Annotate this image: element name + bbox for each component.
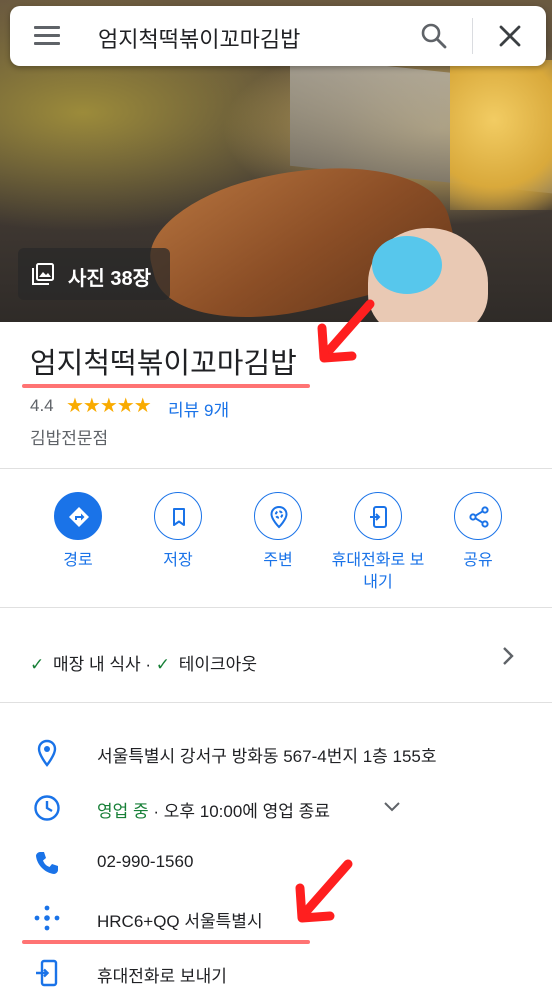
divider [0,607,552,608]
photos-button[interactable]: 사진 38장 [18,248,170,300]
save-button[interactable]: 저장 [123,492,233,572]
place-category: 김밥전문점 [30,429,109,448]
service-options[interactable]: ✓ 매장 내 식사 · ✓ 테이크아웃 [30,650,257,675]
photo-nail [372,236,442,294]
share-label: 공유 [463,552,493,569]
close-icon[interactable] [497,23,523,49]
menu-icon[interactable] [34,24,60,48]
photo-library-icon [32,263,54,285]
location-pin-icon [37,739,57,767]
chevron-right-icon[interactable] [498,644,518,668]
nearby-button[interactable]: 주변 [223,492,333,572]
search-icon[interactable] [420,22,448,50]
directions-label: 경로 [63,552,93,569]
photo-fries [450,60,552,210]
annotation-underline [22,384,310,388]
rating-value: 4.4 [30,396,54,415]
plus-code-row[interactable]: HRC6+QQ 서울특별시 [0,897,552,937]
address-row[interactable]: 서울특별시 강서구 방화동 567-4번지 1층 155호 [0,732,552,772]
phone-icon [36,852,58,874]
service-separator: · [145,655,152,674]
reviews-link[interactable]: 리뷰 9개 [168,396,229,421]
send-to-phone-label-line1: 휴대전화로 보 [331,552,425,569]
annotation-underline [22,940,310,944]
place-title: 엄지척떡볶이꼬마김밥 [30,348,297,380]
phone-text: 02-990-1560 [97,852,194,871]
search-input[interactable]: 엄지척떡볶이꼬마김밥 [98,22,300,54]
share-button[interactable]: 공유 [423,492,533,572]
check-icon: ✓ [30,655,45,674]
send-to-phone-row[interactable]: 휴대전화로 보내기 [0,952,552,992]
nearby-icon [270,505,288,529]
share-icon [469,506,489,528]
photos-count-label: 사진 38장 [68,268,152,290]
phone-row[interactable]: 02-990-1560 [0,842,552,882]
dine-in-label: 매장 내 식사 [52,655,141,674]
takeout-label: 테이크아웃 [178,655,257,674]
open-status: 영업 중 [97,802,149,821]
search-bar[interactable]: 엄지척떡볶이꼬마김밥 [10,6,546,66]
directions-icon [69,507,89,527]
rating-stars: ★★★★★ [66,395,152,417]
divider [0,702,552,703]
address-text: 서울특별시 강서구 방화동 567-4번지 1층 155호 [97,747,437,766]
search-divider [472,18,473,54]
send-to-phone-text: 휴대전화로 보내기 [97,967,227,986]
send-to-phone-button[interactable]: 휴대전화로 보 내기 [323,492,433,594]
clock-icon [34,795,60,821]
hours-detail: · 오후 10:00에 영업 종료 [148,802,330,821]
nearby-label: 주변 [263,552,293,569]
plus-code-text: HRC6+QQ 서울특별시 [97,912,263,931]
save-label: 저장 [163,552,193,569]
hours-row[interactable]: 영업 중 · 오후 10:00에 영업 종료 [0,787,552,827]
send-to-phone-icon [370,506,387,528]
send-to-phone-label-line2: 내기 [363,574,393,591]
plus-code-icon [34,905,60,931]
send-to-phone-icon [36,959,58,987]
bookmark-icon [173,508,185,526]
divider [0,468,552,469]
directions-button[interactable]: 경로 [23,492,133,572]
chevron-down-icon[interactable] [383,799,401,815]
check-icon: ✓ [155,655,171,674]
